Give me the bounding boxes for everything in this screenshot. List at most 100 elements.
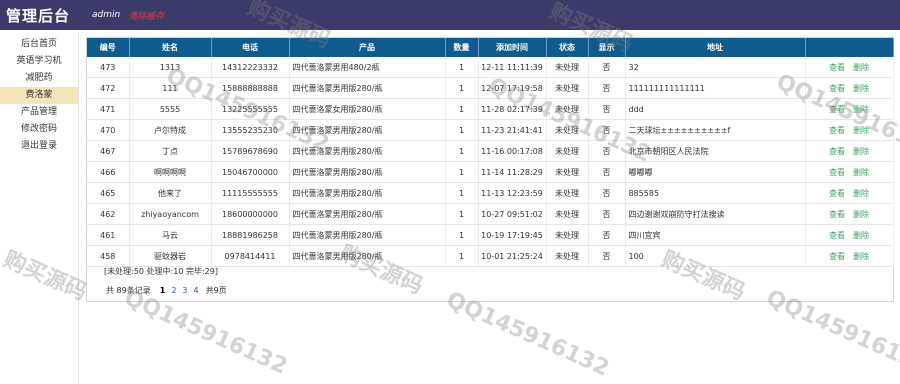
delete-button[interactable]: 删除 [853,252,869,261]
cell-actions: 查看 删除 [805,161,894,183]
cell-qty: 1 [445,161,479,183]
sidebar-item-1[interactable]: 后台首页 [0,36,78,53]
sidebar-item-5[interactable]: 产品管理 [0,104,78,121]
column-header: 产品 [289,38,446,57]
cell-name: 1313 [129,57,212,78]
sidebar-item-3[interactable]: 减肥药 [0,70,78,87]
page-link-4[interactable]: 4 [194,286,199,295]
sidebar-item-7[interactable]: 退出登录 [0,138,78,155]
column-header: 数量 [445,38,479,57]
cell-phone: 15046700000 [211,161,290,183]
status-summary: [未处理:50 处理中:10 完毕:29] [104,267,218,276]
cell-phone: 0978414411 [211,245,290,267]
cell-name: 他来了 [129,182,212,204]
cell-product: 四代蔷洛蒙男用版280/瓶 [289,245,446,267]
delete-button[interactable]: 删除 [853,105,869,114]
cell-product: 四代蔷洛蒙男用版280/瓶 [289,140,446,162]
table-row: 471 5555 13225555555 四代蔷洛蒙女用版280/瓶 1 11-28 02… [87,98,894,120]
cell-phone: 15888888888 [211,77,290,99]
table-row: 461 马云 18881986258 四代蔷洛蒙男用版280/瓶 1 10-19 17:1… [87,224,894,246]
cell-actions: 查看 删除 [805,224,894,246]
cell-address: 885585 [625,182,806,204]
cell-name: 啊啊啊啊 [129,161,212,183]
cell-id: 462 [87,203,130,225]
cell-phone: 18600000000 [211,203,290,225]
cell-id: 473 [87,57,130,78]
sidebar-item-4[interactable]: 费洛蒙 [0,87,78,104]
cell-time: 10-01 21:25:24 [478,245,547,267]
view-button[interactable]: 查看 [829,168,845,177]
page-link-2[interactable]: 2 [171,286,176,295]
cell-time: 12-11 11:11:39 [478,57,547,78]
sidebar-item-6[interactable]: 修改密码 [0,121,78,138]
delete-button[interactable]: 删除 [853,126,869,135]
sidebar-nav: 后台首页 英语学习机 减肥药 费洛蒙 产品管理 修改密码 退出登录 [0,36,78,155]
view-button[interactable]: 查看 [829,147,845,156]
cell-time: 10-19 17:19:45 [478,224,547,246]
cell-status: 未处理 [546,224,589,246]
view-button[interactable]: 查看 [829,210,845,219]
delete-button[interactable]: 删除 [853,189,869,198]
cell-show: 否 [588,182,626,204]
sidebar-item-2[interactable]: 英语学习机 [0,53,78,70]
cell-show: 否 [588,203,626,225]
cell-show: 否 [588,224,626,246]
page-link-1[interactable]: 1 [160,286,166,295]
clear-cache-link[interactable]: 清除缓存 [128,9,164,22]
cell-qty: 1 [445,245,479,267]
view-button[interactable]: 查看 [829,231,845,240]
column-header: 显示 [588,38,626,57]
delete-button[interactable]: 删除 [853,210,869,219]
cell-address: 北京市朝阳区人民法院 [625,140,806,162]
cell-actions: 查看 删除 [805,98,894,120]
cell-name: 卢尔特成 [129,119,212,141]
table-row: 467 丁点 15789678690 四代蔷洛蒙男用版280/瓶 1 11-16 00:1… [87,140,894,162]
table-row: 473 1313 14312223332 四代蔷洛蒙男用480/2瓶 1 12-11 11… [87,57,894,78]
view-button[interactable]: 查看 [829,252,845,261]
current-user: admin [92,10,121,20]
cell-status: 未处理 [546,57,589,78]
cell-status: 未处理 [546,245,589,267]
cell-name: 111 [129,77,212,99]
cell-status: 未处理 [546,119,589,141]
cell-actions: 查看 删除 [805,245,894,267]
cell-name: 丁点 [129,140,212,162]
delete-button[interactable]: 删除 [853,63,869,72]
cell-show: 否 [588,119,626,141]
view-button[interactable]: 查看 [829,84,845,93]
delete-button[interactable]: 删除 [853,147,869,156]
delete-button[interactable]: 删除 [853,168,869,177]
pagination: 共 89条记录 1234 共9页 [106,285,227,296]
page-count: 共9页 [205,286,227,295]
delete-button[interactable]: 删除 [853,84,869,93]
cell-qty: 1 [445,140,479,162]
cell-product: 四代蔷洛蒙女用版280/瓶 [289,98,446,120]
view-button[interactable]: 查看 [829,126,845,135]
cell-address: ddd [625,98,806,120]
cell-id: 466 [87,161,130,183]
app-title: 管理后台 [6,6,71,25]
top-bar: 管理后台 admin 清除缓存 [0,0,900,30]
cell-phone: 11115555555 [211,182,290,204]
cell-id: 465 [87,182,130,204]
cell-status: 未处理 [546,140,589,162]
delete-button[interactable]: 删除 [853,231,869,240]
cell-name: zhiyaoyancom [129,203,212,225]
cell-product: 四代蔷洛蒙男用版280/瓶 [289,161,446,183]
cell-phone: 13555235230 [211,119,290,141]
cell-actions: 查看 删除 [805,182,894,204]
view-button[interactable]: 查看 [829,105,845,114]
table-body: 473 1313 14312223332 四代蔷洛蒙男用480/2瓶 1 12-11 11… [87,57,894,267]
cell-show: 否 [588,98,626,120]
cell-address: 32 [625,57,806,78]
view-button[interactable]: 查看 [829,63,845,72]
cell-qty: 1 [445,98,479,120]
page-link-3[interactable]: 3 [182,286,187,295]
cell-actions: 查看 删除 [805,77,894,99]
table-header-row: 编号 姓名 电话 产品 数量 添加时间 状态 显示 地址 [87,38,894,57]
cell-name: 马云 [129,224,212,246]
view-button[interactable]: 查看 [829,189,845,198]
cell-actions: 查看 删除 [805,140,894,162]
cell-name: 驱蚊器岩 [129,245,212,267]
cell-time: 11-14 11:28:29 [478,161,547,183]
